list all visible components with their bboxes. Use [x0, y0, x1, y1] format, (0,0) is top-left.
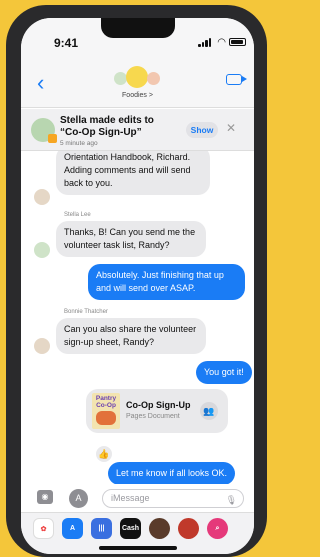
- composer: ◉ A iMessage 🎙: [21, 484, 254, 512]
- message-line: sign-up sheet, Randy?: [64, 337, 155, 347]
- audio-app-icon[interactable]: |||: [91, 518, 112, 539]
- message-line: You got it!: [204, 367, 244, 377]
- wifi-icon: ◠: [217, 37, 226, 48]
- message-line: Let me know if all looks OK.: [116, 468, 228, 478]
- microphone-icon[interactable]: 🎙: [226, 492, 237, 509]
- message-list[interactable]: Orientation Handbook, Richard. Adding co…: [21, 151, 254, 484]
- camera-icon[interactable]: ◉: [37, 490, 53, 504]
- document-thumbnail: Pantry Co-Op: [92, 393, 120, 429]
- group-avatar[interactable]: [114, 66, 160, 94]
- message-line: and will send over ASAP.: [96, 283, 196, 293]
- attachment-title: Co-Op Sign-Up: [126, 400, 191, 410]
- message-input[interactable]: iMessage 🎙: [102, 489, 244, 508]
- cover-title: Pantry Co-Op: [92, 395, 120, 409]
- banner-subtitle: 5 minute ago: [60, 140, 98, 147]
- cover-line: Co-Op: [96, 402, 116, 409]
- avatar: [31, 118, 57, 143]
- avatar: [34, 338, 50, 354]
- sender-name: Stella Lee: [64, 212, 91, 218]
- notch: [101, 18, 175, 38]
- signal-icon: [198, 38, 212, 47]
- close-icon[interactable]: ✕: [226, 121, 236, 135]
- attachment-subtitle: Pages Document: [126, 413, 180, 420]
- message-line: Can you also share the volunteer: [64, 324, 197, 334]
- phone-frame: 9:41 ◠ ‹ Foodies > Stella made edits to …: [6, 5, 267, 557]
- avatar: [34, 242, 50, 258]
- message-bubble-outgoing[interactable]: Let me know if all looks OK.: [108, 462, 236, 484]
- thumbs-up-icon[interactable]: 👍: [96, 446, 112, 462]
- memoji-app-icon-2[interactable]: [178, 518, 199, 539]
- home-indicator: [99, 546, 177, 550]
- message-bubble-incoming[interactable]: Can you also share the volunteer sign-up…: [56, 318, 206, 354]
- cover-line: Pantry: [95, 395, 117, 402]
- message-line: Orientation Handbook, Richard.: [64, 152, 191, 162]
- search-images-app-icon[interactable]: ⌕: [207, 518, 228, 539]
- avatar: [126, 66, 148, 88]
- photos-app-icon[interactable]: ✿: [33, 518, 54, 539]
- apple-cash-app-icon[interactable]: Cash: [120, 518, 141, 539]
- app-store-app-icon[interactable]: A: [62, 518, 83, 539]
- avatar: [114, 72, 127, 85]
- message-line: Absolutely. Just finishing that up: [96, 270, 224, 280]
- status-time: 9:41: [54, 36, 79, 50]
- sender-name: Bonnie Thatcher: [64, 309, 108, 315]
- message-bubble-outgoing[interactable]: Absolutely. Just finishing that up and w…: [88, 264, 245, 300]
- show-button[interactable]: Show: [186, 122, 218, 138]
- screen: 9:41 ◠ ‹ Foodies > Stella made edits to …: [21, 18, 254, 554]
- edit-notification-banner[interactable]: Stella made edits to “Co-Op Sign-Up” 5 m…: [21, 109, 254, 151]
- collaborators-icon[interactable]: 👥: [200, 402, 218, 420]
- conversation-header: ‹ Foodies >: [21, 58, 254, 108]
- avatar: [34, 189, 50, 205]
- message-line: volunteer task list, Randy?: [64, 240, 170, 250]
- message-bubble-outgoing[interactable]: You got it!: [196, 361, 252, 384]
- cover-art: [96, 411, 116, 425]
- memoji-app-icon[interactable]: [149, 518, 170, 539]
- banner-title-line2: “Co-Op Sign-Up”: [60, 127, 142, 138]
- message-bubble-incoming[interactable]: Thanks, B! Can you send me the volunteer…: [56, 221, 206, 257]
- avatar: [147, 72, 160, 85]
- app-store-icon[interactable]: A: [69, 489, 88, 508]
- battery-icon: [229, 38, 246, 46]
- pages-badge-icon: [48, 134, 57, 143]
- video-camera-icon[interactable]: [226, 74, 247, 85]
- message-bubble-incoming[interactable]: Orientation Handbook, Richard. Adding co…: [56, 151, 210, 195]
- input-placeholder: iMessage: [111, 493, 150, 503]
- banner-title-line1: Stella made edits to: [60, 115, 154, 126]
- message-line: Thanks, B! Can you send me the: [64, 227, 196, 237]
- chevron-left-icon[interactable]: ‹: [37, 72, 44, 94]
- app-tray: ✿ A ||| Cash ⌕: [21, 512, 254, 554]
- banner-title: Stella made edits to “Co-Op Sign-Up”: [60, 115, 154, 139]
- group-name[interactable]: Foodies >: [21, 92, 254, 99]
- document-attachment[interactable]: Pantry Co-Op Co-Op Sign-Up Pages Documen…: [86, 389, 228, 433]
- message-line: back to you.: [64, 178, 113, 188]
- message-line: Adding comments and will send: [64, 165, 191, 175]
